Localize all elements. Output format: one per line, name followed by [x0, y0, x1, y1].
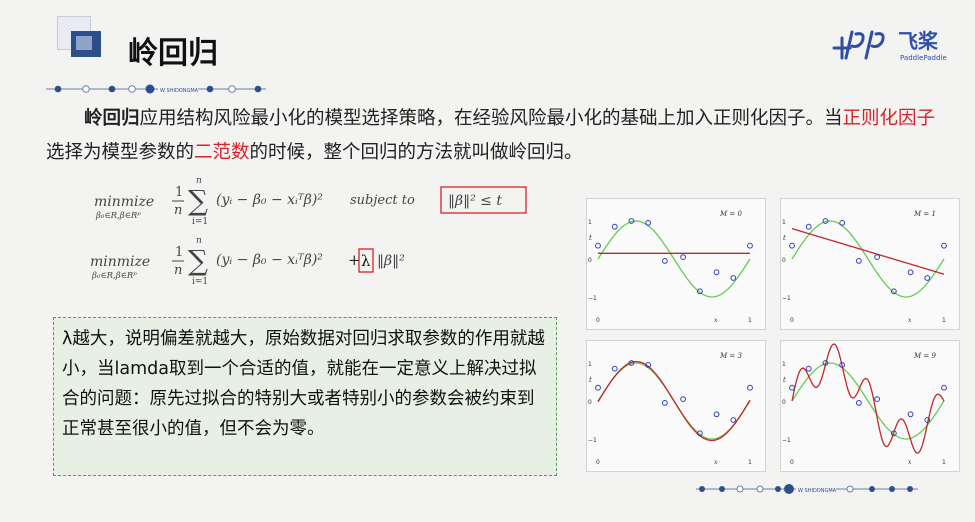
data-point	[747, 242, 753, 249]
fitted-curve	[791, 343, 945, 454]
data-point	[730, 417, 737, 423]
x-tick-label: 0	[790, 317, 794, 324]
data-point	[680, 254, 687, 261]
data-point	[713, 411, 720, 418]
panel-label: M = 9	[913, 352, 936, 360]
axis-label-t: t	[589, 376, 592, 384]
data-point	[789, 384, 795, 391]
y-tick-label: −1	[782, 295, 791, 302]
data-point	[941, 242, 947, 249]
polynomial-fit-plots: t 1 0 −1 0 1 x M = 0 t 1 0 −1 0 1 x M = 1 t 1 0 −1 0 1 x M = 3 t…	[588, 210, 947, 466]
slide: 岭回归 W SHIDONGMA 飞桨 PaddlePaddle 岭回归应用结构风…	[0, 0, 975, 522]
data-point	[855, 400, 862, 406]
data-point	[855, 258, 862, 264]
panel-label: M = 0	[719, 210, 742, 218]
fitted-curve	[791, 227, 945, 275]
data-point	[595, 242, 601, 249]
x-tick-label: 1	[748, 459, 752, 466]
fitted-curve	[597, 360, 751, 442]
y-tick-label: 0	[782, 257, 786, 264]
footer-divider-text: W SHIDONGMA	[798, 488, 837, 494]
x-tick-label: 0	[596, 459, 600, 466]
x-tick-label: 0	[790, 459, 794, 466]
y-tick-label: −1	[588, 437, 597, 444]
data-point	[924, 275, 931, 281]
data-point	[839, 220, 846, 226]
data-point	[907, 269, 914, 276]
axis-label-t: t	[783, 376, 786, 384]
data-point	[805, 223, 812, 230]
axis-label-t: t	[783, 234, 786, 242]
data-point	[611, 223, 618, 230]
y-tick-label: 1	[588, 219, 592, 226]
y-tick-label: −1	[782, 437, 791, 444]
data-point	[730, 275, 737, 281]
panel-label: M = 3	[719, 352, 742, 360]
data-point	[680, 396, 687, 403]
y-tick-label: 0	[588, 399, 592, 406]
y-tick-label: 1	[588, 361, 592, 368]
panel-label: M = 1	[913, 210, 936, 218]
data-point	[611, 365, 618, 372]
axis-label-x: x	[714, 317, 718, 324]
data-point	[661, 258, 668, 264]
axis-label-x: x	[908, 459, 912, 466]
data-point	[907, 411, 914, 418]
axis-label-t: t	[589, 234, 592, 242]
footer-divider: W SHIDONGMA	[696, 484, 918, 494]
y-tick-label: 0	[782, 399, 786, 406]
x-tick-label: 1	[942, 459, 946, 466]
x-tick-label: 0	[596, 317, 600, 324]
true-curve	[597, 220, 751, 298]
data-point	[805, 365, 812, 372]
true-curve	[791, 220, 945, 298]
axis-label-x: x	[714, 459, 718, 466]
data-point	[747, 384, 753, 391]
data-point	[941, 384, 947, 391]
data-point	[595, 384, 601, 391]
y-tick-label: 1	[782, 219, 786, 226]
data-point	[661, 400, 668, 406]
y-tick-label: −1	[588, 295, 597, 302]
y-tick-label: 1	[782, 361, 786, 368]
data-point	[713, 269, 720, 276]
x-tick-label: 1	[942, 317, 946, 324]
data-point	[874, 396, 881, 403]
data-point	[645, 220, 652, 226]
data-point	[789, 242, 795, 249]
data-point	[874, 254, 881, 261]
y-tick-label: 0	[588, 257, 592, 264]
x-tick-label: 1	[748, 317, 752, 324]
true-curve	[791, 362, 945, 440]
axis-label-x: x	[908, 317, 912, 324]
